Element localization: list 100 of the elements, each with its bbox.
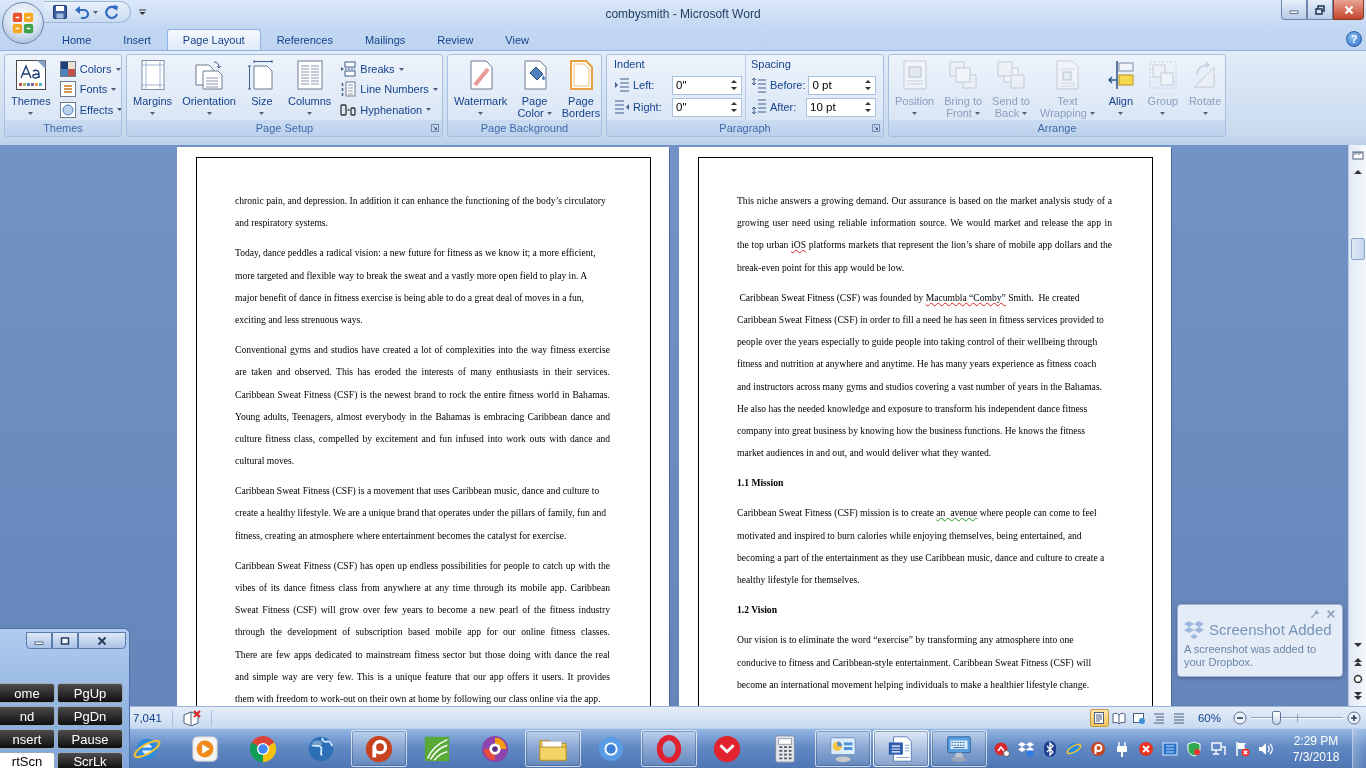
key-button[interactable]: PgDn [57,706,123,726]
page-break-icon [340,61,357,78]
effects-button[interactable]: Effects [56,99,121,120]
save-icon[interactable] [52,4,68,20]
group-label: Paragraph [719,122,771,134]
size-button[interactable]: Size [241,57,282,121]
spin-arrows-icon[interactable] [864,78,872,92]
grid-tile-icon[interactable] [1162,740,1178,757]
line-numbers-button[interactable]: Line Numbers [337,79,441,100]
zoom-out-icon[interactable] [1233,710,1247,725]
section-heading: 1.1 Mission [737,477,784,489]
body-paragraph: Our vision is to eliminate the word “exercise” by transforming any atmosphere into one conducive to fitness and Caribbean-style entertainment. Caribbean Sweat Fitness (CSF) will become an international movement helping individuals to make a healthier lifestyle change. [737,634,1093,690]
word-count[interactable]: 7,041 [133,711,162,724]
customize-caret-icon[interactable] [139,8,146,16]
shield-icon[interactable] [1186,740,1202,757]
body-paragraph: Today, dance peddles a radical vision: a new future for fitness as we know it; a more efficient, more targeted and flexible way to break the sweat and a vastly more open field to play in. A major benefit of dance in fitness exercise is being able to do a great deal of moves in a fun, exciting and less strenuous ways. [235,247,597,325]
key-button[interactable]: nd [0,706,55,726]
diamond-boxes-icon[interactable] [1018,740,1034,757]
key-button[interactable]: Pause [57,729,123,749]
plug-icon[interactable] [1114,740,1130,757]
taskbar-app-button[interactable] [641,730,697,767]
spin-field[interactable]: 0" [672,75,742,95]
ring-disc-icon [364,733,394,764]
spin-arrows-icon[interactable] [864,100,872,114]
ruler-toggle-icon[interactable] [1351,149,1364,161]
dialog-launcher-icon[interactable] [431,124,439,132]
ribbon-tab[interactable]: Insert [107,29,167,50]
body-paragraph: Caribbean Sweat Fitness (CSF) was founded by Macumbla “Comby” Smith. He created Caribbean Sweat Fitness (CSF) in order to fill a need he has seen in fitness services provided to people over the years especially to guide people into taking control of their wellbeing through fitness and nutrition at anywhere and anytime. He has many years experience as fitness coach and instructors across many gyms and studios covering a vast number of years in the Bahamas. He also has the needed knowledge and exposure to transform his independent dance fitness company into great business by knowing how the business functions. He knows the fitness market audiences in and out, and would deliver what they wanted. [737,291,1105,459]
redo-icon[interactable] [104,4,120,20]
text-tile-icon [59,81,76,98]
key-button[interactable]: PgUp [57,683,123,703]
body-paragraph: Caribbean Sweat Fitness (CSF) is a movement that uses Caribbean music, dance and culture to create a healthy lifestyle. We are a unique brand that operates under the pillars of family, fun and fitness, creating an atmosphere where entertainment becomes the catalyst for exercise. [235,485,608,541]
bluetooth-icon[interactable] [1042,740,1058,757]
spin-field[interactable]: 10 pt [806,97,876,117]
taskbar-app-button[interactable] [351,730,407,767]
network-icon[interactable] [1210,740,1226,757]
clock-button[interactable]: 2:29 PM 7/3/2018 [1280,730,1352,767]
field-label: Left: [633,79,655,91]
ring-disc-icon[interactable] [1090,740,1106,757]
zoom-in-icon[interactable] [1347,710,1361,725]
zoom-level[interactable]: 60% [1197,711,1221,724]
breaks-button[interactable]: Breaks [337,59,441,80]
spin-field[interactable]: 0 pt [808,75,876,95]
orbit-icon[interactable] [1066,740,1082,757]
show-desktop-button[interactable] [1352,729,1366,768]
play-tile-icon[interactable] [190,733,220,764]
error-disc-icon[interactable] [1138,740,1154,757]
key-button[interactable]: ScrLk [57,752,123,768]
watermark-button[interactable]: Watermark [450,57,512,121]
close-button[interactable] [1333,0,1364,20]
taskbar-app-button[interactable] [815,730,871,767]
columns-button[interactable]: Columns [283,57,336,121]
minimize-button[interactable] [1281,0,1307,20]
window-title: combysmith - Microsoft Word [605,6,761,23]
caret-icon[interactable] [93,10,98,14]
taskbar-app-button[interactable] [873,730,929,767]
restore-icon [1315,4,1325,15]
taskbar-app-button[interactable] [931,730,987,767]
orientation-button[interactable]: Orientation [178,57,240,121]
ribbon-tab[interactable]: References [260,29,349,50]
spacing-after-icon [751,99,767,115]
ribbon-tab[interactable]: Mailings [348,29,422,50]
page-view-icon [1092,710,1107,725]
wheel-icon[interactable] [248,733,278,764]
zoom-slider-thumb[interactable] [1271,710,1281,725]
chevron-disc-icon[interactable] [712,733,742,764]
ribbon-tab[interactable]: Review [421,29,490,50]
taskbar-app-button[interactable] [525,730,581,767]
restore-button[interactable] [1307,0,1333,20]
oval-ring-icon [654,733,684,764]
align-button[interactable]: Align [1100,57,1141,121]
numbered-lines-icon [340,81,357,98]
key-button[interactable]: nsert [0,729,55,749]
margins-button[interactable]: Margins [129,57,177,121]
dialog-launcher-icon[interactable] [872,124,880,132]
spin-arrows-icon[interactable] [730,100,738,114]
colors-button[interactable]: Colors [56,59,121,80]
undo-icon[interactable] [74,4,90,20]
key-button[interactable]: ome [0,683,55,703]
ribbon-tab[interactable]: Page Layout [166,29,261,50]
page-color-button[interactable]: Page Color [513,57,556,121]
maximize-icon [60,635,70,646]
badge-disc-icon[interactable] [994,740,1010,757]
close-button[interactable] [78,632,126,649]
scrollbar-thumb[interactable] [1350,238,1365,260]
key-button[interactable]: rtScn [0,752,55,768]
flag-icon[interactable] [1234,740,1250,757]
ribbon-tab[interactable]: View [489,29,545,50]
themes-button[interactable]: Themes [7,57,55,121]
spin-field[interactable]: 0" [672,97,742,117]
swirl-icon[interactable] [480,733,510,764]
hyphenation-button[interactable]: Hyphenation [337,99,441,120]
page-borders-button[interactable]: Page Borders [557,57,601,121]
maximize-button[interactable] [52,632,78,649]
view-button[interactable] [1089,708,1109,727]
ribbon-tab[interactable]: Home [46,29,108,50]
spin-arrows-icon[interactable] [730,78,738,92]
browse-object-icon[interactable] [1351,673,1364,685]
fonts-button[interactable]: Fonts [56,79,121,100]
proofing-book-icon[interactable] [182,709,201,726]
